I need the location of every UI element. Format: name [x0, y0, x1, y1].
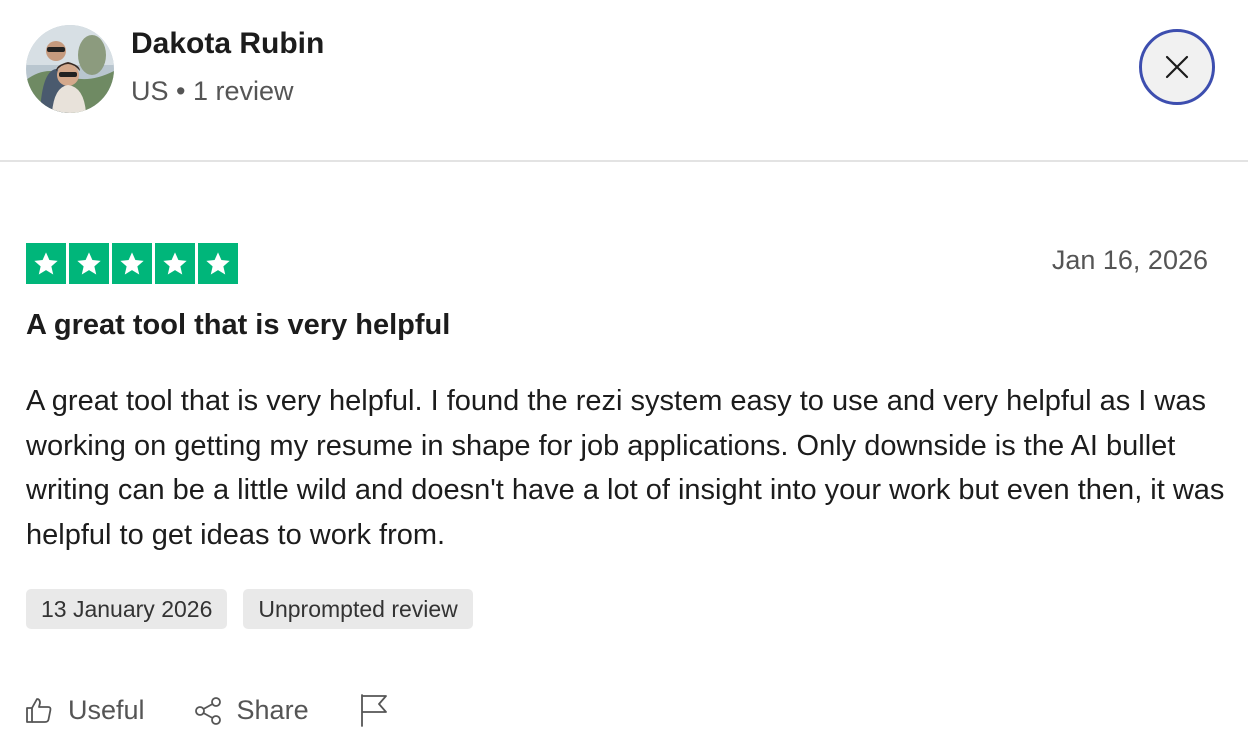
experience-date-tag: 13 January 2026	[26, 589, 228, 629]
review-tags: 13 January 2026 Unprompted review	[26, 589, 473, 629]
review-title: A great tool that is very helpful	[26, 309, 451, 341]
report-button[interactable]	[359, 693, 389, 727]
star-icon	[69, 243, 109, 284]
share-label: Share	[236, 694, 309, 725]
avatar-photo	[26, 25, 114, 113]
thumbs-up-icon	[26, 698, 52, 723]
flag-icon	[360, 694, 387, 727]
reviewer-name[interactable]: Dakota Rubin	[131, 27, 324, 61]
star-icon	[155, 243, 195, 284]
close-icon	[1165, 55, 1189, 79]
useful-button[interactable]: Useful	[24, 695, 145, 726]
unprompted-review-tag[interactable]: Unprompted review	[243, 589, 473, 629]
star-rating	[26, 243, 238, 284]
star-icon	[26, 243, 66, 284]
star-icon	[112, 243, 152, 284]
star-icon	[198, 243, 238, 284]
review-actions: Useful Share	[24, 688, 389, 732]
review-date: Jan 16, 2026	[1051, 245, 1208, 275]
share-icon	[194, 697, 221, 725]
reviewer-meta: US • 1 review	[131, 76, 294, 106]
close-button[interactable]	[1139, 29, 1215, 105]
share-button[interactable]: Share	[193, 695, 309, 726]
avatar[interactable]	[26, 25, 114, 113]
review-body: A great tool that is very helpful. I fou…	[26, 385, 1225, 551]
reviewer-header: Dakota Rubin US • 1 review	[0, 0, 1248, 160]
header-divider	[0, 160, 1248, 162]
useful-label: Useful	[68, 694, 145, 725]
